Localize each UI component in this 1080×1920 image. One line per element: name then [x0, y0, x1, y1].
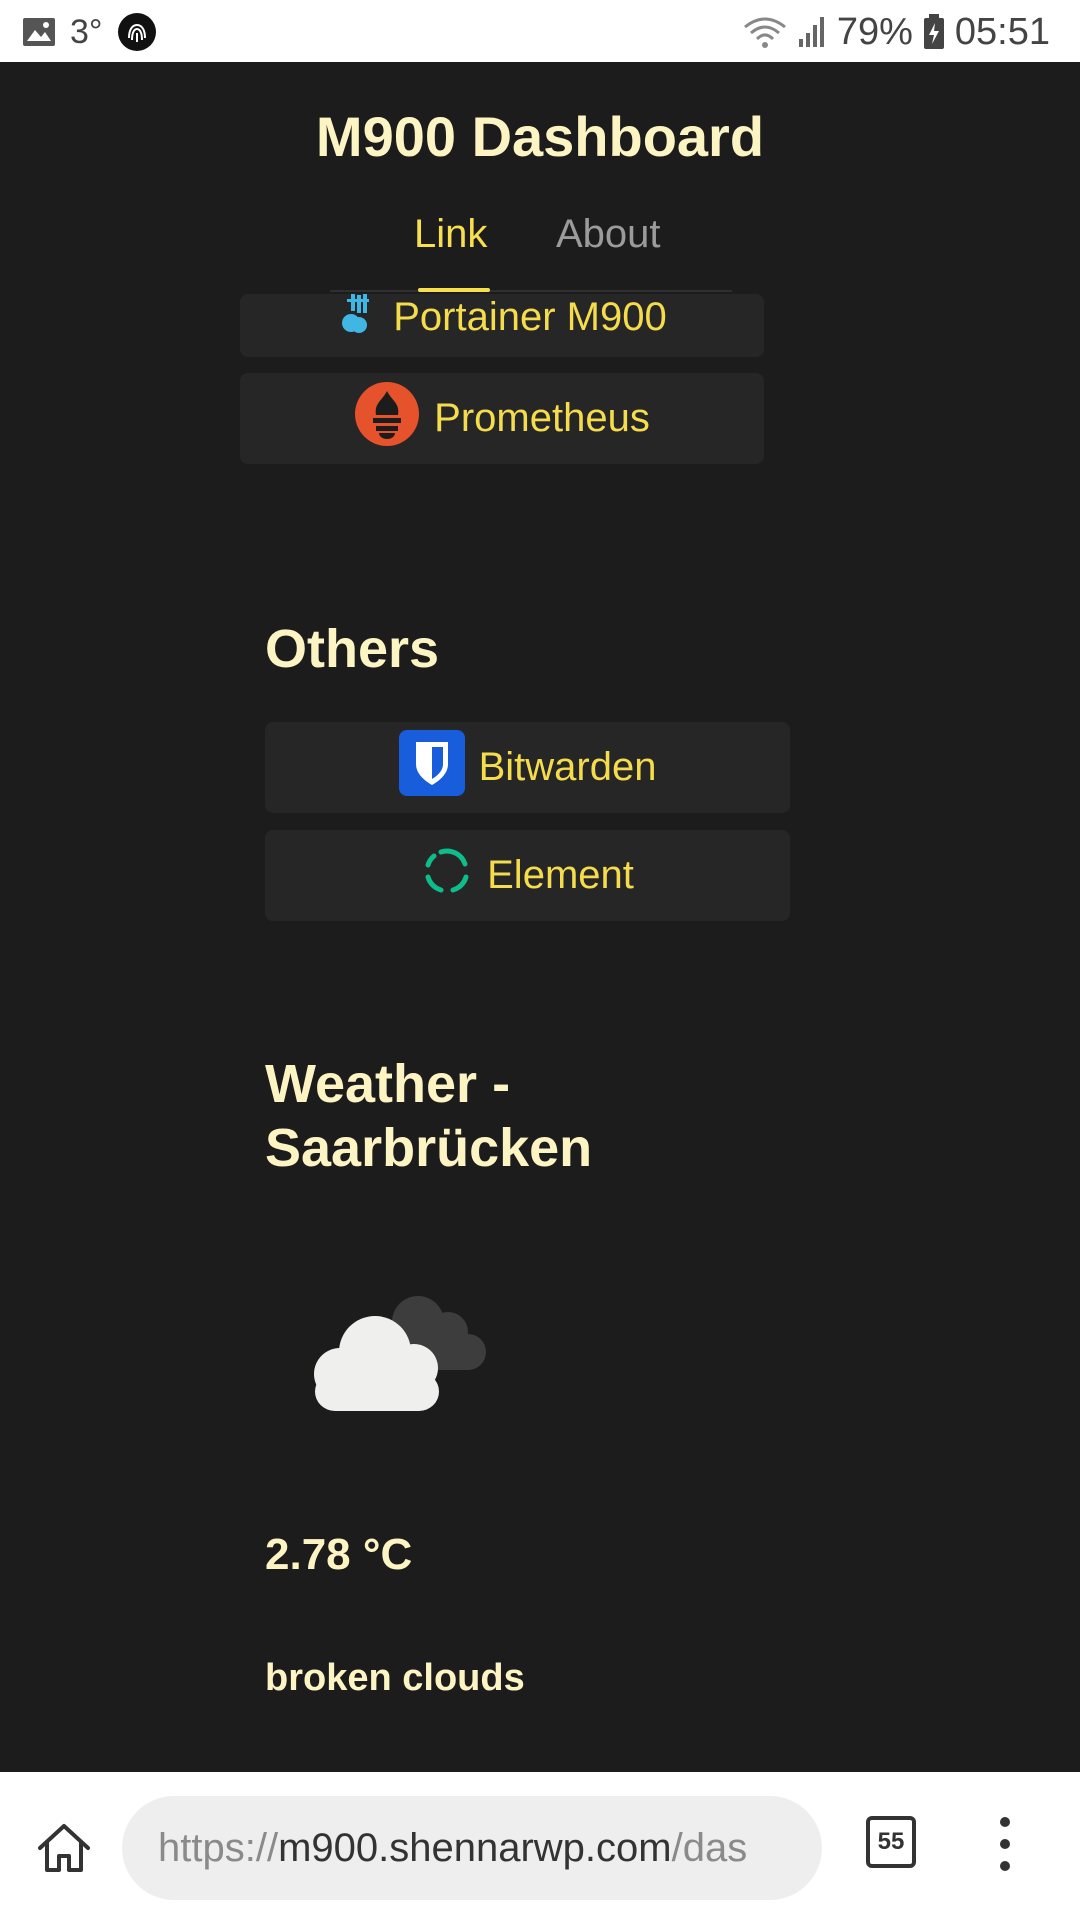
tab-about[interactable]: About: [556, 212, 661, 257]
prometheus-label: Prometheus: [434, 396, 650, 440]
home-button[interactable]: [34, 1818, 94, 1878]
url-host: m900.shennarwp.com: [278, 1825, 672, 1870]
clock: 05:51: [954, 10, 1050, 53]
dashboard-page: M900 Dashboard Link About Portainer M900…: [0, 62, 1080, 1772]
bitwarden-icon: [398, 729, 465, 806]
status-bar: 3° 79% 05:51: [0, 0, 1080, 62]
element-link-button[interactable]: Element: [265, 830, 790, 921]
prometheus-icon: [354, 381, 420, 457]
bitwarden-label: Bitwarden: [478, 745, 657, 789]
more-vert-icon: [1000, 1817, 1010, 1871]
url-path: /das: [671, 1825, 748, 1870]
signal-icon: [797, 15, 827, 49]
prometheus-link-button[interactable]: Prometheus: [240, 373, 764, 464]
wifi-icon: [743, 15, 787, 49]
status-temperature: 3°: [70, 12, 103, 51]
menu-button[interactable]: [990, 1812, 1020, 1876]
battery-percent: 79%: [836, 10, 913, 53]
gallery-icon: [22, 17, 56, 47]
tab-link[interactable]: Link: [414, 212, 487, 257]
url-scheme: https://: [158, 1825, 279, 1870]
portainer-label: Portainer M900: [393, 295, 667, 339]
portainer-link-button[interactable]: Portainer M900: [240, 294, 764, 357]
element-label: Element: [487, 853, 634, 897]
address-bar[interactable]: https://m900.shennarwp.com/das: [122, 1796, 822, 1900]
page-title: M900 Dashboard: [315, 105, 765, 168]
tab-bar: Link About: [0, 212, 1080, 292]
home-icon: [38, 1824, 90, 1872]
status-right: 79% 05:51: [743, 10, 1050, 53]
tab-count: 55: [877, 1828, 905, 1855]
portainer-icon: [337, 294, 373, 345]
weather-heading: Weather - Saarbrücken: [265, 1054, 593, 1178]
status-left: 3°: [22, 12, 157, 52]
battery-icon: [923, 14, 945, 50]
browser-toolbar: https://m900.shennarwp.com/das 55: [0, 1772, 1080, 1920]
weather-temperature: 2.78 °C: [265, 1530, 413, 1579]
others-heading: Others: [265, 619, 440, 679]
weather-description: broken clouds: [265, 1657, 525, 1699]
tab-divider: [330, 290, 732, 292]
bitwarden-link-button[interactable]: Bitwarden: [265, 722, 790, 813]
tab-switcher-button[interactable]: 55: [866, 1816, 916, 1868]
active-tab-indicator: [418, 288, 490, 292]
fingerprint-icon: [117, 12, 157, 52]
element-icon: [421, 845, 473, 907]
broken-clouds-icon: [300, 1282, 500, 1422]
